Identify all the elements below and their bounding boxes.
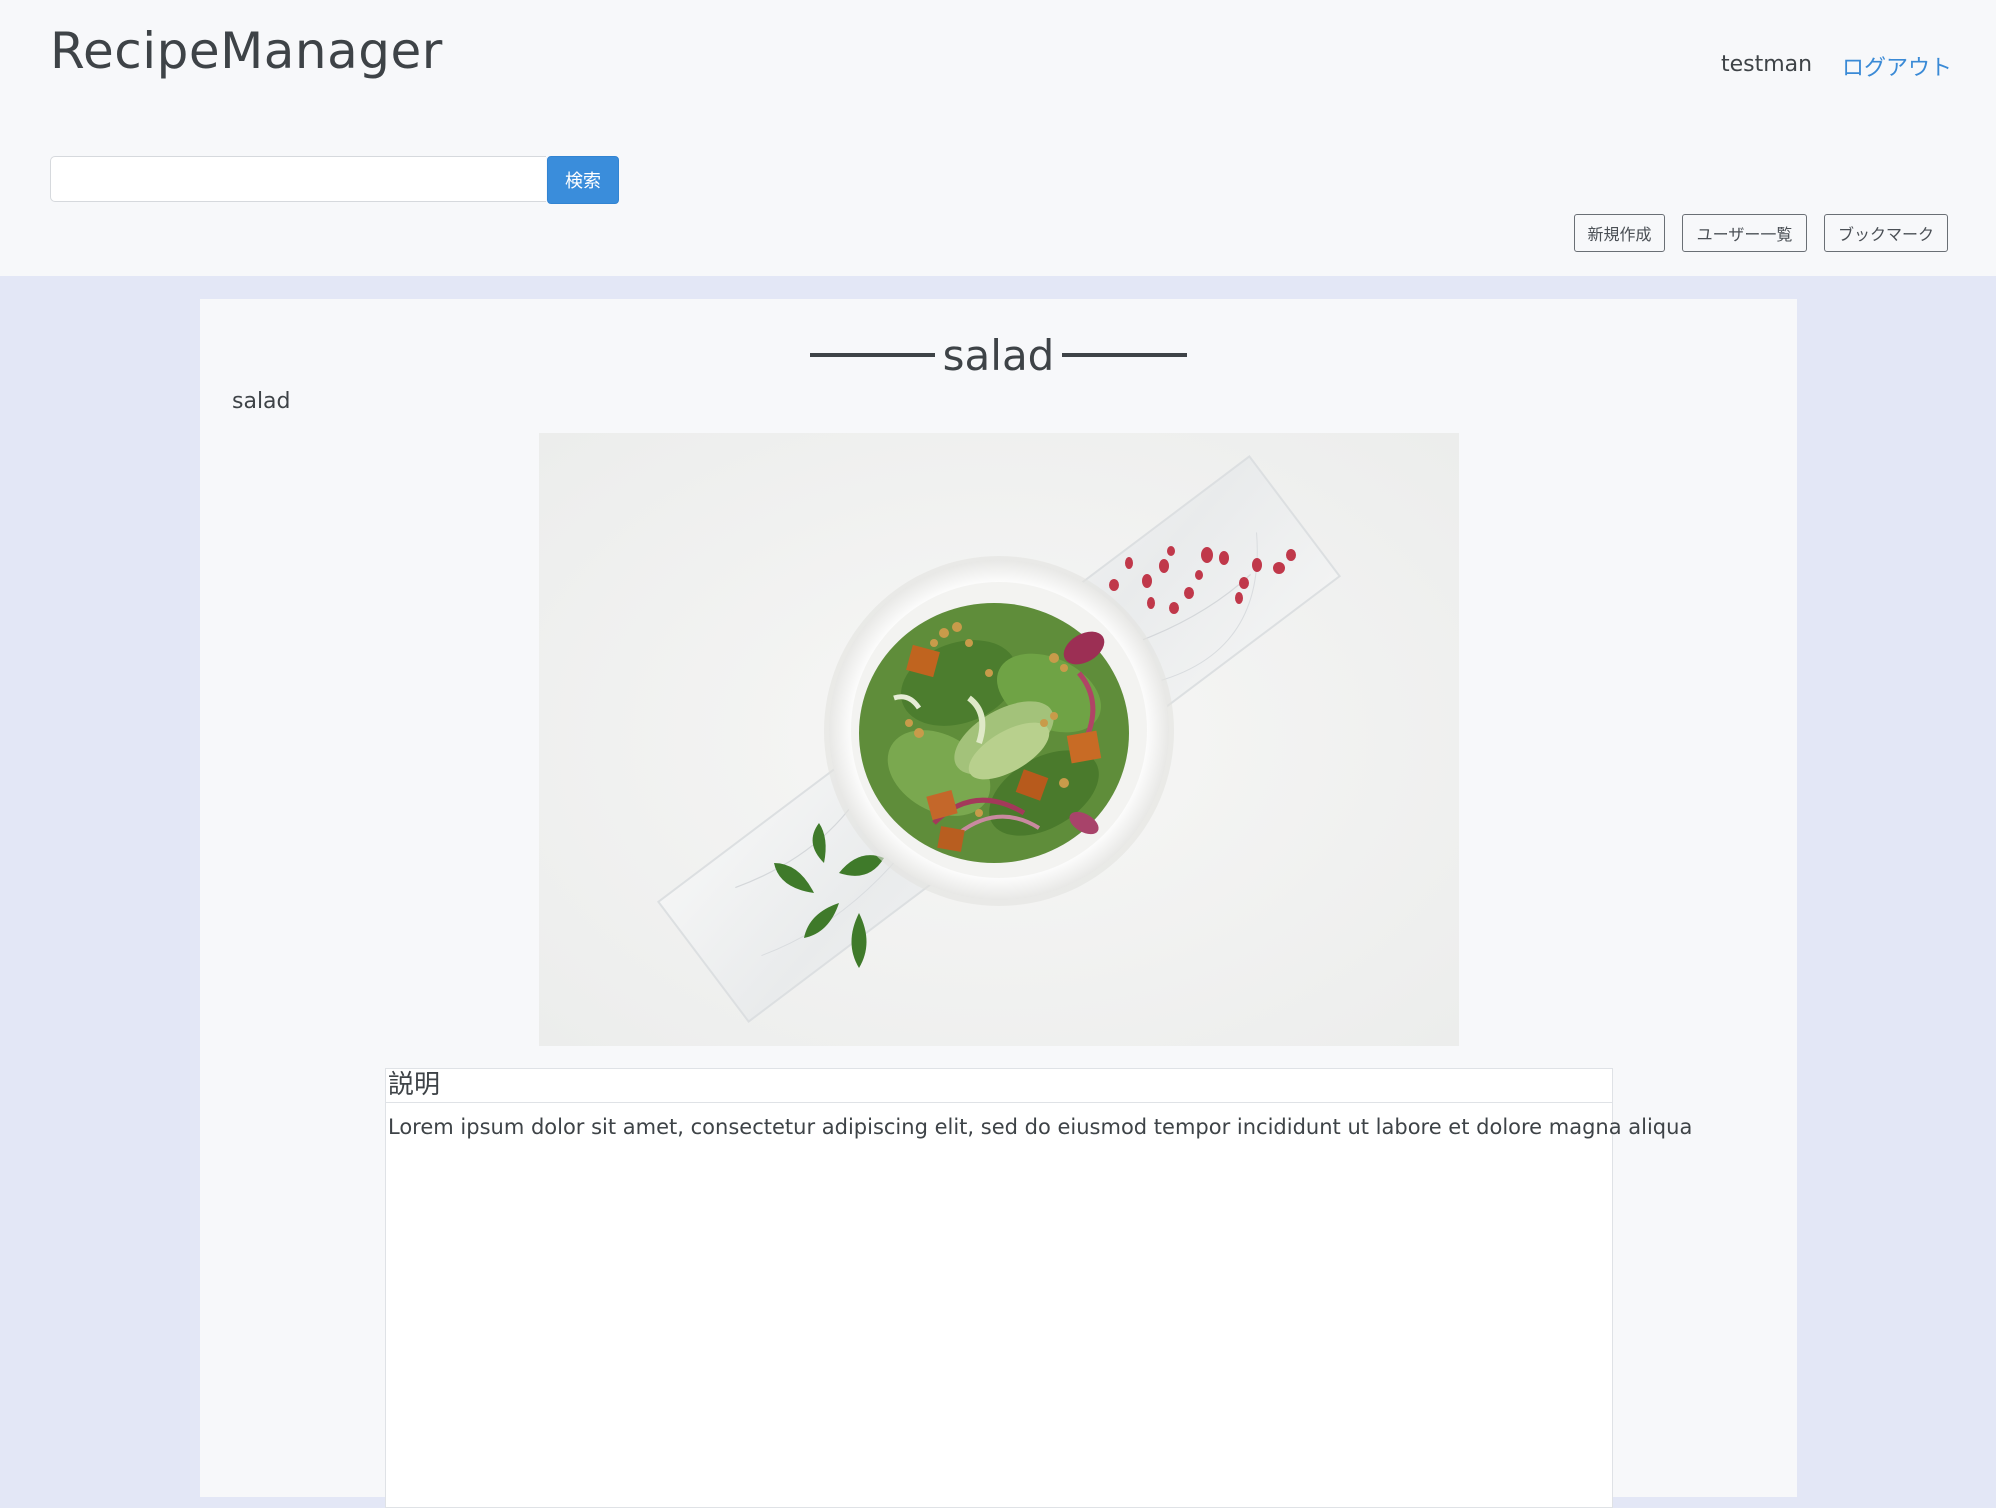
new-recipe-button[interactable]: 新規作成: [1574, 214, 1665, 252]
description-box: 説明 Lorem ipsum dolor sit amet, consectet…: [385, 1068, 1693, 1508]
search-button[interactable]: 検索: [547, 156, 619, 204]
title-decoration-left: [809, 353, 935, 357]
recipe-title: salad: [942, 330, 1055, 380]
recipe-title-row: salad: [200, 325, 1797, 385]
recipe-card: salad salad 説明 Lorem ipsum dolor sit ame…: [200, 299, 1797, 1508]
search-input[interactable]: [50, 156, 546, 202]
description-heading: 説明: [386, 1069, 1612, 1103]
username: testman: [1721, 52, 1813, 77]
recipe-photo: [539, 433, 1459, 1046]
user-list-button[interactable]: ユーザー一覧: [1682, 214, 1807, 252]
bookmark-button[interactable]: ブックマーク: [1824, 214, 1948, 252]
logout-link[interactable]: ログアウト: [1842, 50, 1952, 82]
recipe-subtitle: salad: [232, 389, 291, 414]
title-decoration-right: [1062, 353, 1188, 357]
description-text: Lorem ipsum dolor sit amet, consectetur …: [388, 1115, 1693, 1139]
brand-title[interactable]: RecipeManager: [50, 22, 443, 80]
header: RecipeManager testman ログアウト 検索 新規作成 ユーザー…: [0, 0, 1996, 276]
salad-bowl-photo: [539, 433, 1459, 1046]
